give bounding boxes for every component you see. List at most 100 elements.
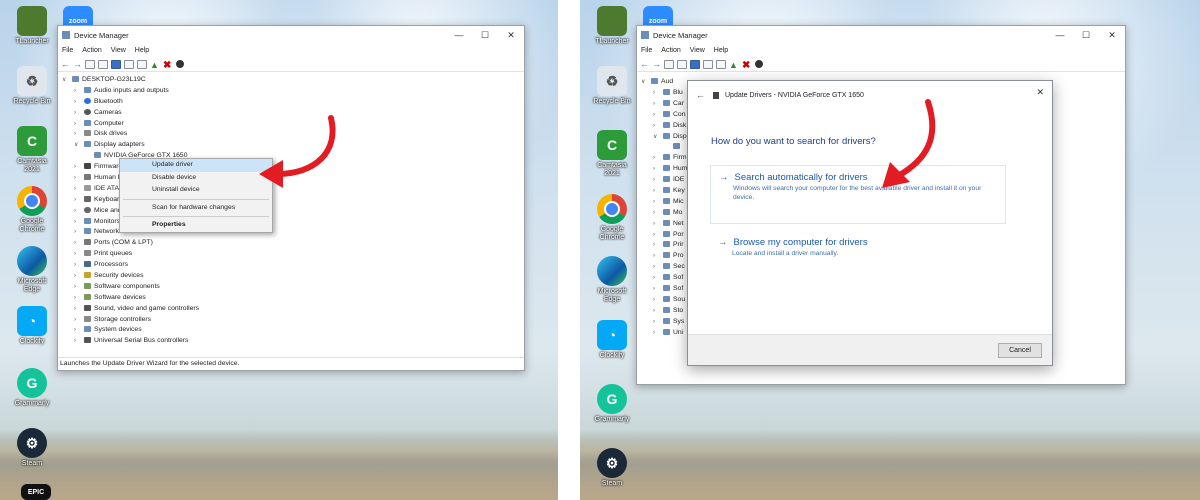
forward-icon[interactable]: → <box>73 59 82 69</box>
menu-action[interactable]: Action <box>82 47 101 54</box>
menu-view[interactable]: View <box>111 47 126 54</box>
tree-item[interactable]: › Processors <box>60 260 522 271</box>
close-icon[interactable]: ✕ <box>498 30 524 41</box>
device-icon <box>663 187 670 194</box>
properties-icon[interactable] <box>124 59 134 69</box>
help-icon[interactable] <box>690 59 700 69</box>
grammarly-icon[interactable]: G Grammarly <box>590 384 634 424</box>
tree-item[interactable]: › Security devices <box>60 271 522 282</box>
device-icon <box>663 110 670 117</box>
maximize-icon[interactable]: ☐ <box>1073 30 1099 41</box>
chevron-right-icon: › <box>74 131 76 138</box>
chevron-right-icon: › <box>653 198 655 205</box>
chevron-right-icon: › <box>74 273 76 280</box>
steam-icon[interactable]: ⚙ Steam <box>590 448 634 488</box>
recycle-bin-icon[interactable]: ♻ Recycle Bin <box>590 66 634 106</box>
tree-item[interactable]: › Software devices <box>60 293 522 304</box>
menu-file[interactable]: File <box>641 47 652 54</box>
edge-icon[interactable]: Microsoft Edge <box>590 256 634 304</box>
chevron-right-icon: › <box>74 109 76 116</box>
menu-action[interactable]: Action <box>661 47 680 54</box>
disable-icon[interactable] <box>755 60 763 68</box>
recycle-bin-icon[interactable]: ♻ Recycle Bin <box>10 66 54 106</box>
chevron-right-icon: › <box>74 262 76 269</box>
usb-icon <box>84 337 91 344</box>
monitor-icon[interactable] <box>137 59 147 69</box>
tree-item[interactable]: › Audio inputs and outputs <box>60 86 522 97</box>
menu-disable-device[interactable]: Disable device <box>120 172 272 185</box>
update-driver-icon[interactable]: ▲ <box>729 60 739 70</box>
edge-icon[interactable]: Microsoft Edge <box>10 246 54 294</box>
uninstall-icon[interactable]: ✖ <box>163 60 173 71</box>
tlauncher-icon[interactable]: TLauncher <box>590 6 634 46</box>
menu-update-driver[interactable]: Update driver <box>120 159 272 172</box>
tree-root[interactable]: ∨ DESKTOP-G23L19C <box>60 75 522 86</box>
chevron-right-icon: › <box>74 240 76 247</box>
window-title: Device Manager <box>653 30 708 40</box>
minimize-icon[interactable]: — <box>446 30 472 40</box>
hid-icon <box>84 174 91 181</box>
maximize-icon[interactable]: ☐ <box>472 30 498 41</box>
device-manager-icon <box>641 31 649 39</box>
arrow-right-icon: → <box>718 237 728 248</box>
clockify-icon[interactable]: ◔ Clockify <box>10 306 54 346</box>
network-icon <box>84 228 91 235</box>
camtasia-icon[interactable]: C Camtasia 2021 <box>590 130 634 178</box>
console-tree-icon[interactable] <box>85 59 95 69</box>
cancel-button[interactable]: Cancel <box>998 343 1042 358</box>
tree-item[interactable]: › Storage controllers <box>60 315 522 326</box>
tree-item[interactable]: › System devices <box>60 325 522 336</box>
chrome-icon[interactable]: Google Chrome <box>590 194 634 242</box>
tree-item[interactable]: › Bluetooth <box>60 97 522 108</box>
computer-icon <box>72 76 79 82</box>
update-driver-icon[interactable]: ▲ <box>150 60 160 70</box>
list-view-icon[interactable] <box>677 59 687 69</box>
disable-icon[interactable] <box>176 60 184 68</box>
tree-item[interactable]: › Print queues <box>60 249 522 260</box>
tree-item[interactable]: › Ports (COM & LPT) <box>60 238 522 249</box>
clockify-icon[interactable]: ◔ Clockify <box>590 320 634 360</box>
device-icon <box>663 317 670 324</box>
firmware-icon <box>84 163 91 170</box>
forward-icon[interactable]: → <box>652 59 661 69</box>
minimize-icon[interactable]: — <box>1047 30 1073 40</box>
close-icon[interactable]: ✕ <box>1099 30 1125 41</box>
chrome-icon[interactable]: Google Chrome <box>10 186 54 234</box>
console-tree-icon[interactable] <box>664 59 674 69</box>
menu-bar: File Action View Help <box>58 44 524 57</box>
dialog-footer: Cancel <box>688 334 1052 365</box>
tree-item[interactable]: › Sound, video and game controllers <box>60 304 522 315</box>
uninstall-icon[interactable]: ✖ <box>742 60 752 71</box>
monitor-icon[interactable] <box>716 59 726 69</box>
tree-item[interactable]: › Universal Serial Bus controllers <box>60 336 522 347</box>
device-icon <box>663 306 670 313</box>
list-view-icon[interactable] <box>98 59 108 69</box>
epic-icon[interactable]: EPIC <box>14 484 58 500</box>
menu-help[interactable]: Help <box>714 47 728 54</box>
menu-file[interactable]: File <box>62 47 73 54</box>
browse-computer-option[interactable]: → Browse my computer for drivers Locate a… <box>710 231 1006 265</box>
menu-properties[interactable]: Properties <box>120 219 272 232</box>
search-automatically-option[interactable]: → Search automatically for drivers Window… <box>710 165 1006 224</box>
device-icon <box>663 219 670 226</box>
chevron-right-icon: › <box>653 296 655 303</box>
steam-icon[interactable]: ⚙ Steam <box>10 428 54 468</box>
menu-help[interactable]: Help <box>135 47 149 54</box>
menu-scan-hardware[interactable]: Scan for hardware changes <box>120 202 272 215</box>
chevron-right-icon: › <box>74 98 76 105</box>
chevron-right-icon: › <box>74 120 76 127</box>
back-icon[interactable]: ← <box>61 59 70 69</box>
tlauncher-icon[interactable]: TLauncher <box>10 6 54 46</box>
back-arrow-icon[interactable]: ← <box>696 90 705 100</box>
tree-item[interactable]: › Software components <box>60 282 522 293</box>
back-icon[interactable]: ← <box>640 59 649 69</box>
menu-view[interactable]: View <box>690 47 705 54</box>
device-icon <box>663 89 670 95</box>
menu-uninstall-device[interactable]: Uninstall device <box>120 184 272 197</box>
help-icon[interactable] <box>111 59 121 69</box>
chevron-right-icon: › <box>653 155 655 162</box>
close-icon[interactable]: ✕ <box>1036 87 1044 98</box>
properties-icon[interactable] <box>703 59 713 69</box>
grammarly-icon[interactable]: G Grammarly <box>10 368 54 408</box>
camtasia-icon[interactable]: C Camtasia 2021 <box>10 126 54 174</box>
